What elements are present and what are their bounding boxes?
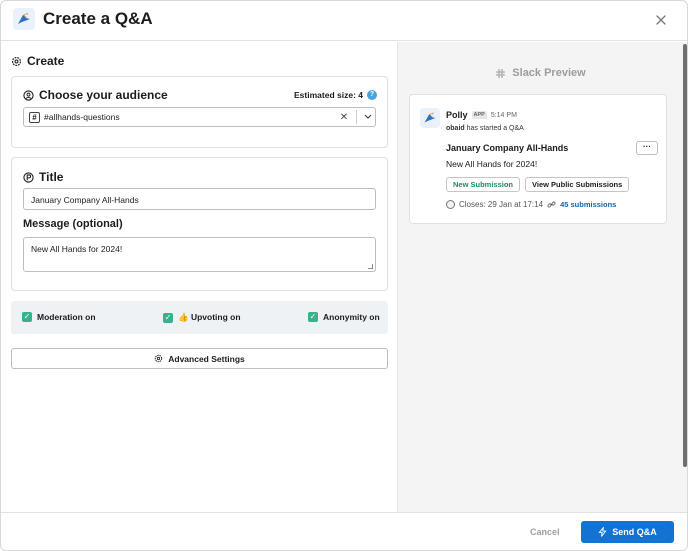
estimated-size: Estimated size: 4 ?	[294, 90, 377, 100]
closes-row: Closes: 29 Jan at 17:14 45 submissions	[446, 200, 616, 209]
create-label: Create	[27, 54, 65, 68]
new-submission-button[interactable]: New Submission	[446, 177, 521, 192]
modal-header: Create a Q&A	[1, 1, 687, 41]
audience-select[interactable]: # #allhands-questions ✕	[23, 107, 376, 127]
clock-icon	[446, 200, 455, 209]
audience-heading-label: Choose your audience	[39, 88, 168, 102]
closes-text: Closes: 29 Jan at 17:14	[459, 200, 544, 209]
clear-icon[interactable]: ✕	[336, 112, 352, 123]
preview-title: Slack Preview	[398, 67, 683, 79]
view-public-submissions-button[interactable]: View Public Submissions	[525, 177, 630, 192]
bot-name-row: Polly APP 5:14 PM	[446, 110, 517, 120]
message-label: Message (optional)	[23, 218, 123, 230]
create-form: Create Choose your audience Estimated si…	[1, 42, 397, 512]
title-icon	[23, 171, 34, 183]
bot-name[interactable]: Polly	[446, 110, 468, 120]
anonymity-checkbox[interactable]: ✓ Anonymity on	[308, 312, 380, 322]
started-user: obaid	[446, 125, 465, 132]
message-value: New All Hands for 2024!	[31, 244, 123, 254]
gear-icon	[11, 56, 22, 66]
advanced-settings-label: Advanced Settings	[168, 353, 245, 364]
select-separator	[356, 110, 357, 124]
app-badge: APP	[471, 111, 487, 119]
submissions-link[interactable]: 45 submissions	[560, 200, 616, 209]
chevron-down-icon[interactable]	[361, 113, 375, 122]
moderation-checkbox[interactable]: ✓ Moderation on	[22, 312, 96, 322]
title-heading: Title	[23, 170, 63, 184]
started-text: obaid has started a Q&A	[446, 125, 524, 132]
title-input[interactable]: January Company All-Hands	[23, 188, 376, 210]
close-icon[interactable]	[653, 12, 669, 28]
upvoting-label: 👍 Upvoting on	[178, 312, 241, 322]
create-qa-modal: Create a Q&A Create Choose your audience…	[0, 0, 688, 551]
send-qa-label: Send Q&A	[612, 527, 657, 537]
at-icon	[23, 89, 34, 101]
check-icon: ✓	[163, 312, 173, 323]
audience-card: Choose your audience Estimated size: 4 ?…	[11, 76, 388, 148]
audience-heading: Choose your audience	[23, 88, 168, 102]
check-icon: ✓	[22, 312, 32, 322]
options-bar: ✓ Moderation on ✓ 👍 Upvoting on ✓ Anonym…	[11, 301, 388, 334]
title-label: Title	[39, 170, 64, 184]
lightning-icon	[598, 527, 607, 537]
help-icon[interactable]: ?	[367, 90, 377, 100]
modal-footer: Cancel Send Q&A	[1, 512, 687, 550]
content-card: Title January Company All-Hands Message …	[11, 157, 388, 291]
create-section-title: Create	[11, 54, 64, 68]
more-actions-button[interactable]: ···	[636, 141, 658, 155]
channel-hash-icon: #	[29, 111, 40, 123]
modal-title: Create a Q&A	[43, 9, 153, 28]
cancel-button[interactable]: Cancel	[530, 527, 560, 537]
scrollbar-thumb[interactable]	[683, 44, 687, 467]
preview-qa-title: January Company All-Hands	[446, 143, 569, 153]
slack-preview-panel: Slack Preview Polly APP 5:14 PM obaid ha…	[397, 42, 682, 512]
anonymity-label: Anonymity on	[323, 312, 380, 322]
moderation-label: Moderation on	[37, 312, 96, 322]
upvoting-checkbox[interactable]: ✓ 👍 Upvoting on	[163, 312, 241, 323]
preview-title-label: Slack Preview	[512, 67, 586, 79]
check-icon: ✓	[308, 312, 318, 322]
slack-icon	[496, 68, 506, 78]
polly-logo-icon	[13, 8, 35, 30]
audience-select-value: #allhands-questions	[44, 112, 120, 122]
gear-icon	[155, 354, 163, 363]
send-qa-button[interactable]: Send Q&A	[581, 521, 674, 543]
polly-avatar-icon	[420, 108, 440, 128]
link-icon	[547, 201, 556, 208]
slack-message-card: Polly APP 5:14 PM obaid has started a Q&…	[409, 94, 667, 224]
advanced-settings-button[interactable]: Advanced Settings	[11, 348, 388, 369]
message-time: 5:14 PM	[490, 111, 517, 119]
preview-qa-message: New All Hands for 2024!	[446, 159, 538, 169]
resize-handle-icon[interactable]	[368, 264, 373, 269]
estimated-size-label: Estimated size: 4	[294, 90, 363, 100]
message-textarea[interactable]: New All Hands for 2024!	[23, 237, 376, 272]
started-text-label: has started a Q&A	[466, 125, 524, 132]
